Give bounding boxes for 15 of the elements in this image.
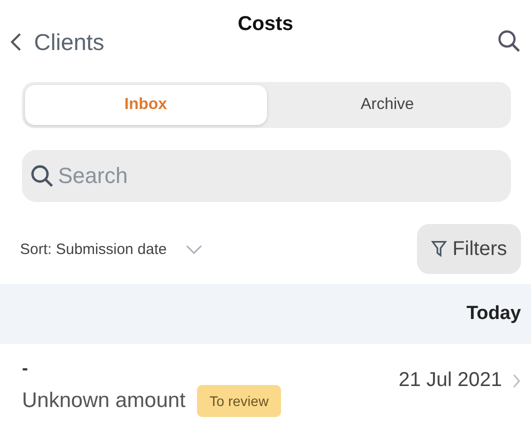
filters-button[interactable]: Filters — [416, 224, 521, 274]
status-badge: To review — [197, 385, 281, 417]
date-text: 21 Jul 2021 — [398, 369, 502, 392]
item-title: - — [22, 358, 29, 379]
section-title: Today — [466, 303, 521, 325]
screen-title: Costs — [238, 13, 294, 36]
search-field[interactable]: Search — [22, 150, 511, 202]
funnel-icon — [430, 240, 447, 258]
chevron-down-icon — [184, 244, 203, 254]
chevron-left-icon — [10, 32, 22, 52]
back-button[interactable]: Clients — [10, 28, 104, 56]
amount-text: Unknown amount — [22, 389, 186, 413]
sort-dropdown[interactable]: Sort: Submission date — [20, 240, 203, 258]
segment-tab[interactable]: Archive — [266, 85, 508, 125]
search-icon[interactable] — [497, 29, 521, 53]
